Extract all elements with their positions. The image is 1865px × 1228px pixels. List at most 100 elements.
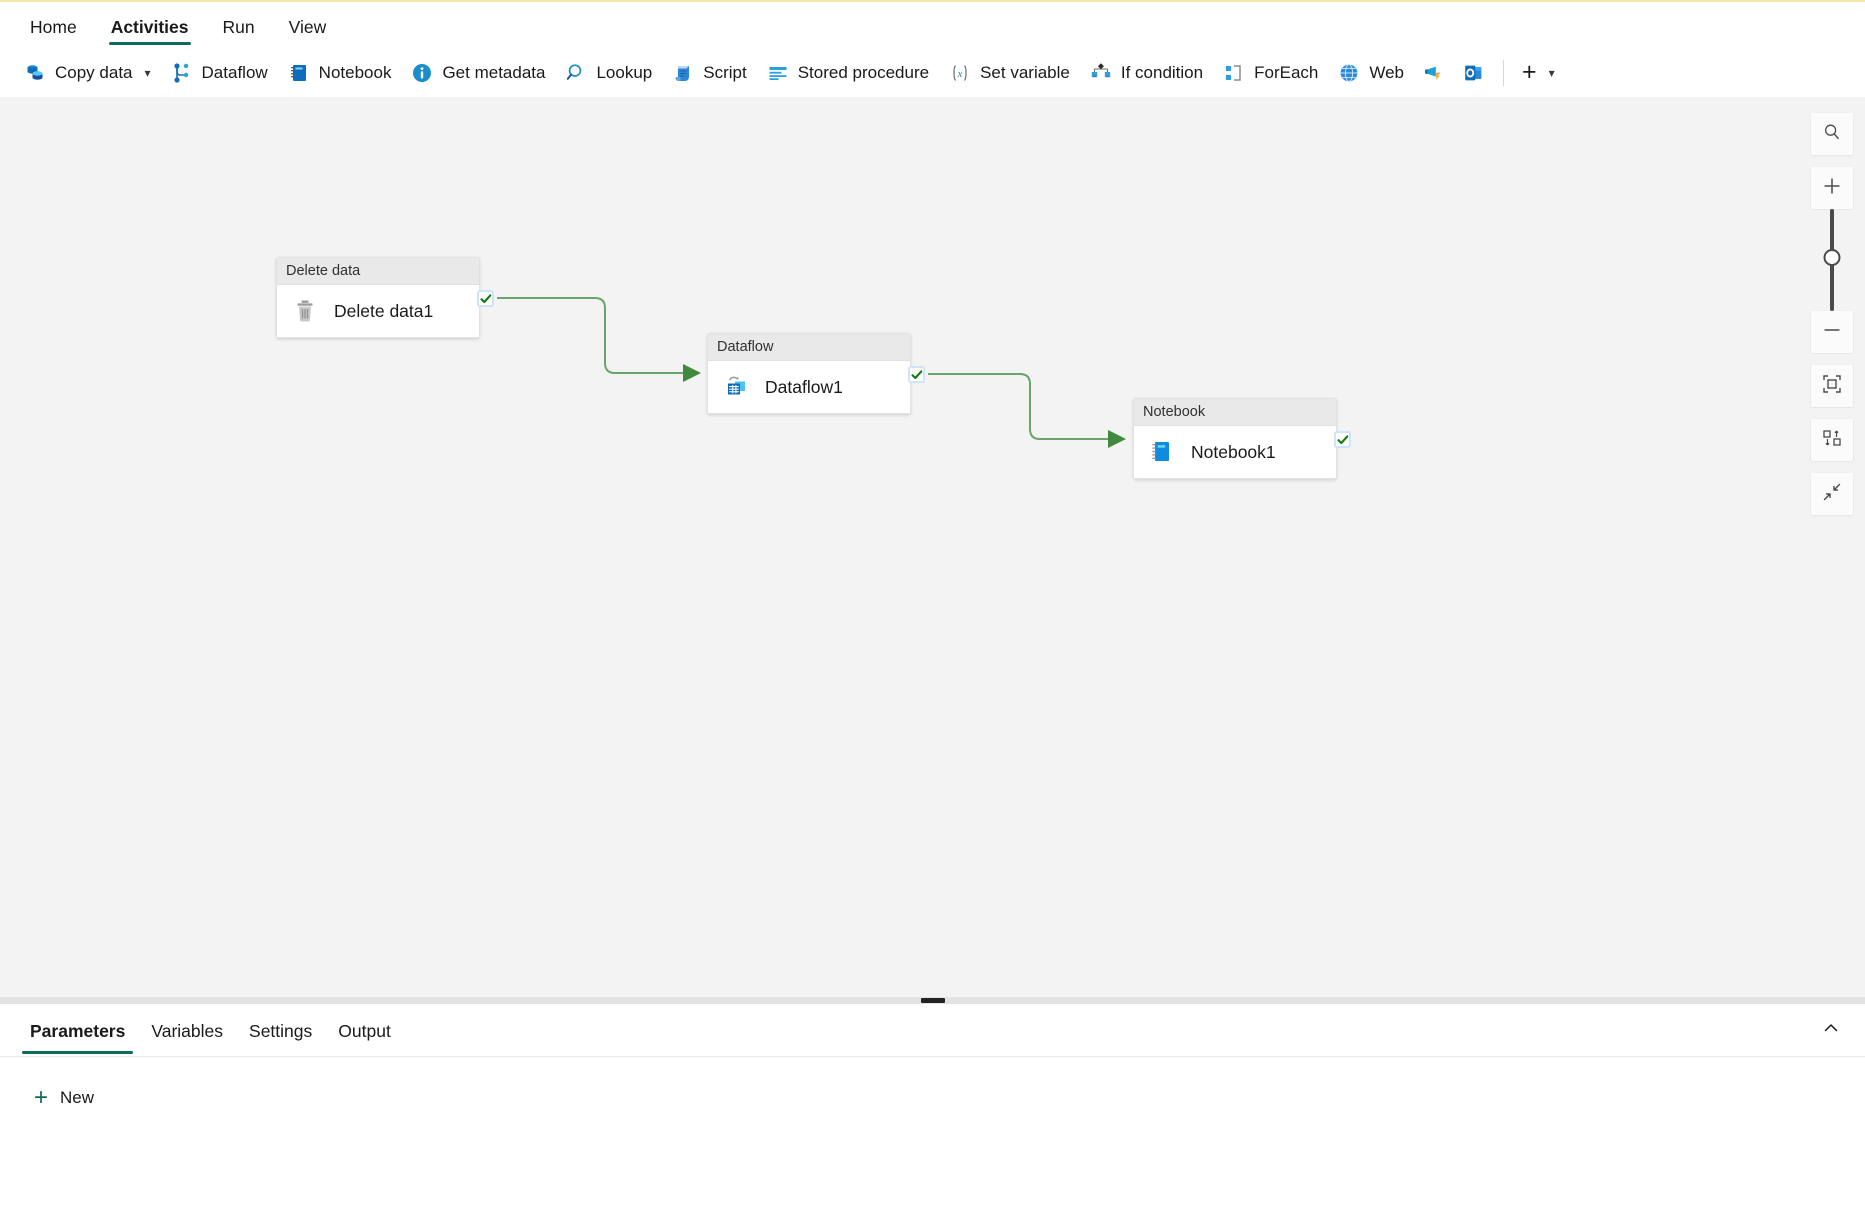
- node-type-label: Delete data: [277, 258, 479, 285]
- zoom-in-button[interactable]: [1811, 167, 1853, 209]
- node-type-label: Dataflow: [708, 334, 910, 361]
- toolbar-divider: [1503, 60, 1504, 86]
- set-variable-icon: x: [949, 62, 971, 84]
- new-parameter-button[interactable]: + New: [26, 1081, 106, 1115]
- tab-parameters[interactable]: Parameters: [22, 1007, 133, 1054]
- tab-settings[interactable]: Settings: [241, 1007, 320, 1054]
- get-metadata-button[interactable]: Get metadata: [401, 55, 555, 91]
- status-badge-success[interactable]: [1334, 431, 1351, 448]
- chevron-up-icon: [1822, 1019, 1840, 1042]
- plus-icon: [1821, 175, 1843, 202]
- canvas-zoom-toolbar: [1811, 113, 1853, 515]
- trash-icon: [290, 296, 320, 326]
- stored-procedure-button[interactable]: Stored procedure: [757, 55, 939, 91]
- fit-to-screen-button[interactable]: [1811, 365, 1853, 407]
- ribbon-tab-view[interactable]: View: [273, 12, 343, 48]
- auto-align-icon: [1821, 427, 1843, 454]
- panel-splitter[interactable]: [0, 997, 1865, 1004]
- stored-procedure-icon: [767, 62, 789, 84]
- properties-panel: Parameters Variables Settings Output + N…: [0, 1004, 1865, 1228]
- set-variable-button[interactable]: x Set variable: [939, 55, 1080, 91]
- zoom-out-button[interactable]: [1811, 311, 1853, 353]
- foreach-button[interactable]: ForEach: [1213, 55, 1328, 91]
- add-activity-button[interactable]: + ▾: [1513, 55, 1564, 91]
- notebook-icon: [288, 62, 310, 84]
- dataflow-label: Dataflow: [202, 63, 268, 83]
- web-button[interactable]: Web: [1328, 55, 1414, 91]
- foreach-label: ForEach: [1254, 63, 1318, 83]
- teams-activity-button[interactable]: [1414, 55, 1454, 91]
- parameters-panel-body: + New: [0, 1057, 1865, 1228]
- node-body: Dataflow1: [708, 361, 910, 413]
- teams-activity-icon: [1423, 62, 1445, 84]
- edge-delete-to-dataflow: [497, 298, 697, 373]
- stored-procedure-label: Stored procedure: [798, 63, 929, 83]
- notebook-button[interactable]: Notebook: [278, 55, 402, 91]
- if-condition-label: If condition: [1121, 63, 1203, 83]
- ribbon-tab-home[interactable]: Home: [14, 12, 93, 48]
- dataflow-table-icon: [721, 372, 751, 402]
- node-name: Notebook1: [1191, 442, 1276, 463]
- pipeline-editor: Home Activities Run View Copy data ▾: [0, 0, 1865, 1228]
- dataflow-icon: [171, 62, 193, 84]
- svg-text:x: x: [957, 68, 963, 80]
- globe-icon: [1338, 62, 1360, 84]
- node-type-label: Notebook: [1134, 399, 1336, 426]
- magnifier-icon: [565, 62, 587, 84]
- status-badge-success[interactable]: [477, 290, 494, 307]
- tab-variables[interactable]: Variables: [143, 1007, 231, 1054]
- node-body: Delete data1: [277, 285, 479, 337]
- fit-to-screen-icon: [1821, 373, 1843, 400]
- zoom-slider[interactable]: [1811, 209, 1853, 311]
- script-scroll-icon: [672, 62, 694, 84]
- dataflow-button[interactable]: Dataflow: [161, 55, 278, 91]
- lookup-button[interactable]: Lookup: [555, 55, 662, 91]
- collapse-arrows-icon: [1821, 481, 1843, 508]
- plus-icon: +: [1522, 60, 1537, 85]
- ribbon-tab-activities[interactable]: Activities: [95, 12, 205, 48]
- lookup-label: Lookup: [596, 63, 652, 83]
- node-body: Notebook1: [1134, 426, 1336, 478]
- zoom-slider-handle[interactable]: [1824, 249, 1841, 266]
- node-delete-data1[interactable]: Delete data Delete data1: [276, 257, 480, 338]
- properties-tab-bar: Parameters Variables Settings Output: [0, 1004, 1865, 1057]
- search-canvas-button[interactable]: [1811, 113, 1853, 155]
- node-name: Delete data1: [334, 301, 433, 322]
- web-label: Web: [1369, 63, 1404, 83]
- ribbon-tab-bar: Home Activities Run View: [0, 2, 1865, 48]
- chevron-down-icon[interactable]: ▾: [1549, 66, 1555, 80]
- script-button[interactable]: Script: [662, 55, 756, 91]
- splitter-grip[interactable]: [921, 998, 945, 1003]
- script-label: Script: [703, 63, 746, 83]
- ribbon-tab-run[interactable]: Run: [207, 12, 271, 48]
- status-badge-success[interactable]: [908, 366, 925, 383]
- outlook-icon: [1463, 62, 1485, 84]
- tab-output[interactable]: Output: [330, 1007, 399, 1054]
- copy-data-icon: [24, 62, 46, 84]
- get-metadata-label: Get metadata: [442, 63, 545, 83]
- info-circle-icon: [411, 62, 433, 84]
- collapse-panel-button[interactable]: [1815, 1014, 1847, 1046]
- node-dataflow1[interactable]: Dataflow: [707, 333, 911, 414]
- connector-edges: [0, 97, 1865, 997]
- command-bar-container: Copy data ▾ Dataflow: [0, 48, 1865, 97]
- notebook-label: Notebook: [319, 63, 392, 83]
- copy-data-button[interactable]: Copy data ▾: [14, 55, 161, 91]
- copy-data-label: Copy data: [55, 63, 133, 83]
- edge-dataflow-to-notebook: [928, 374, 1122, 439]
- outlook-button[interactable]: [1454, 55, 1494, 91]
- node-notebook1[interactable]: Notebook Notebook1: [1133, 398, 1337, 479]
- set-variable-label: Set variable: [980, 63, 1070, 83]
- node-name: Dataflow1: [765, 377, 843, 398]
- notebook-blue-icon: [1147, 437, 1177, 467]
- search-icon: [1822, 122, 1842, 147]
- foreach-icon: [1223, 62, 1245, 84]
- auto-align-button[interactable]: [1811, 419, 1853, 461]
- collapse-button[interactable]: [1811, 473, 1853, 515]
- if-condition-button[interactable]: If condition: [1080, 55, 1213, 91]
- pipeline-canvas[interactable]: Delete data Delete data1: [0, 97, 1865, 997]
- minus-icon: [1821, 319, 1843, 346]
- if-condition-icon: [1090, 62, 1112, 84]
- chevron-down-icon[interactable]: ▾: [145, 66, 151, 80]
- activities-command-bar: Copy data ▾ Dataflow: [0, 48, 1865, 97]
